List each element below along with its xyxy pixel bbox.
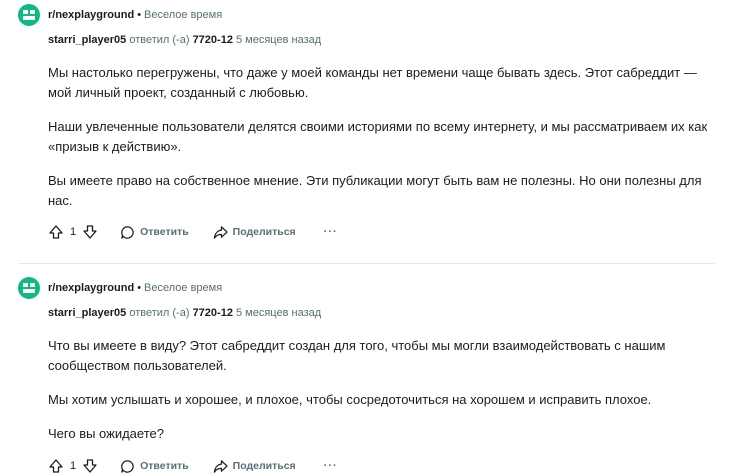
comment-paragraph: Что вы имеете в виду? Этот сабреддит соз…: [48, 338, 666, 373]
comment-header: r/nexplayground • Веселое время: [48, 9, 222, 21]
more-options-button[interactable]: ···: [324, 226, 338, 238]
share-label: Поделиться: [232, 460, 296, 472]
share-button[interactable]: Поделиться: [213, 225, 296, 240]
comment-header: r/nexplayground • Веселое время: [48, 282, 222, 294]
comment-bubble-icon: [120, 459, 135, 474]
comment-body: Мы настолько перегружены, что даже у мое…: [48, 63, 708, 225]
post-title-link[interactable]: Веселое время: [144, 282, 222, 294]
subreddit-link[interactable]: r/nexplayground: [48, 9, 134, 21]
comment-meta: starri_player05 ответил (-а) 7720-12 5 м…: [48, 34, 321, 46]
author-link[interactable]: starri_player05: [48, 307, 126, 319]
comment-paragraph: Вы имеете право на собственное мнение. Э…: [48, 173, 702, 208]
separator-dot: •: [137, 282, 142, 294]
downvote-icon[interactable]: [82, 224, 98, 240]
comment-body: Что вы имеете в виду? Этот сабреддит соз…: [48, 336, 708, 458]
comment-meta: starri_player05 ответил (-а) 7720-12 5 м…: [48, 307, 321, 319]
comment-actions: 1 Ответить Поделиться ···: [48, 222, 338, 242]
comment-paragraph: Мы хотим услышать и хорошее, и плохое, ч…: [48, 392, 652, 407]
replied-label: ответил (-а): [129, 307, 190, 319]
upvote-icon[interactable]: [48, 224, 64, 240]
comment-paragraph: Чего вы ожидаете?: [48, 426, 164, 441]
share-arrow-icon: [213, 459, 228, 474]
replied-label: ответил (-а): [129, 34, 190, 46]
comment-bubble-icon: [120, 225, 135, 240]
share-button[interactable]: Поделиться: [213, 459, 296, 474]
vote-group: 1: [48, 224, 98, 240]
timestamp[interactable]: 5 месяцев назад: [236, 34, 321, 46]
subreddit-link[interactable]: r/nexplayground: [48, 282, 134, 294]
post-title-link[interactable]: Веселое время: [144, 9, 222, 21]
reply-button[interactable]: Ответить: [120, 459, 189, 474]
reply-label: Ответить: [140, 460, 189, 472]
more-options-button[interactable]: ···: [324, 460, 338, 472]
comment-paragraph: Наши увлеченные пользователи делятся сво…: [48, 119, 708, 154]
reply-label: Ответить: [140, 226, 189, 238]
vote-group: 1: [48, 458, 98, 474]
vote-count: 1: [70, 460, 77, 472]
downvote-icon[interactable]: [82, 458, 98, 474]
share-label: Поделиться: [232, 226, 296, 238]
subreddit-avatar-icon[interactable]: [18, 4, 40, 26]
divider: [18, 263, 715, 264]
vote-count: 1: [70, 226, 77, 238]
upvote-icon[interactable]: [48, 458, 64, 474]
comment-actions: 1 Ответить Поделиться ···: [48, 456, 338, 476]
reply-to-user-link[interactable]: 7720-12: [193, 34, 233, 46]
subreddit-avatar-icon[interactable]: [18, 277, 40, 299]
comment-paragraph: Мы настолько перегружены, что даже у мое…: [48, 65, 697, 100]
reply-button[interactable]: Ответить: [120, 225, 189, 240]
share-arrow-icon: [213, 225, 228, 240]
separator-dot: •: [137, 9, 142, 21]
reply-to-user-link[interactable]: 7720-12: [193, 307, 233, 319]
timestamp[interactable]: 5 месяцев назад: [236, 307, 321, 319]
author-link[interactable]: starri_player05: [48, 34, 126, 46]
